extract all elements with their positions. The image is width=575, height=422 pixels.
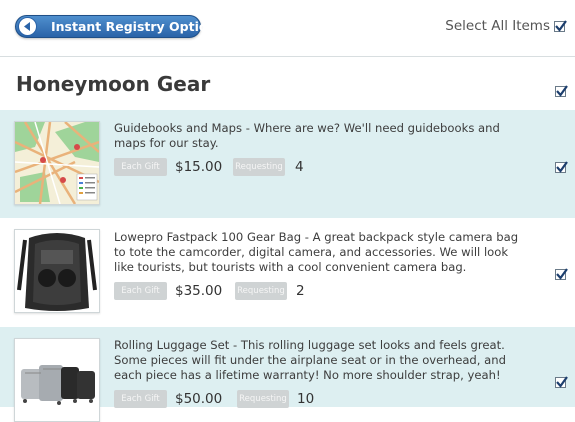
select-all-label: Select All Items [445, 18, 550, 34]
list-item: Lowepro Fastpack 100 Gear Bag - A great … [0, 218, 575, 327]
checkmark-icon [556, 268, 568, 280]
requesting-label: Requesting [235, 282, 287, 300]
back-arrow-icon [18, 17, 37, 36]
select-all-control[interactable]: Select All Items [445, 18, 567, 34]
item-thumbnail-map[interactable] [14, 121, 100, 205]
item-quantity: 4 [295, 159, 304, 175]
map-image [15, 122, 99, 204]
each-gift-label: Each Gift [114, 158, 167, 176]
checkmark-icon [556, 161, 568, 173]
each-gift-label: Each Gift [114, 282, 167, 300]
instant-registry-options-button[interactable]: Instant Registry Options [15, 15, 224, 38]
luggage-image [15, 339, 99, 421]
item-description: Lowepro Fastpack 100 Gear Bag - A great … [114, 230, 519, 274]
select-all-checkbox[interactable] [554, 19, 567, 32]
item-price: $50.00 [175, 391, 223, 407]
each-gift-label: Each Gift [114, 390, 167, 408]
requesting-label: Requesting [233, 158, 285, 176]
item-description: Rolling Luggage Set - This rolling lugga… [114, 338, 506, 382]
camera-bag-image [15, 230, 99, 312]
item-quantity: 10 [297, 391, 315, 407]
list-item: Guidebooks and Maps - Where are we? We'l… [0, 110, 575, 218]
registry-button-label: Instant Registry Options [51, 19, 224, 34]
item-description: Guidebooks and Maps - Where are we? We'l… [114, 121, 500, 150]
item-checkbox[interactable] [555, 376, 568, 388]
section-title: Honeymoon Gear [16, 72, 211, 96]
item-thumbnail-camera-bag[interactable] [14, 229, 100, 313]
top-toolbar: Instant Registry Options Select All Item… [0, 0, 575, 57]
checkmark-icon [556, 376, 568, 388]
requesting-label: Requesting [237, 390, 289, 408]
checkmark-icon [555, 19, 567, 32]
item-price: $15.00 [175, 159, 223, 175]
item-checkbox[interactable] [555, 161, 568, 173]
item-thumbnail-luggage[interactable] [14, 338, 100, 422]
item-checkbox[interactable] [555, 268, 568, 280]
checkmark-icon [556, 85, 568, 97]
section-checkbox[interactable] [555, 85, 568, 97]
item-price: $35.00 [175, 283, 223, 299]
section-header: Honeymoon Gear [0, 57, 575, 109]
list-item: Rolling Luggage Set - This rolling lugga… [0, 327, 575, 422]
item-quantity: 2 [296, 283, 305, 299]
